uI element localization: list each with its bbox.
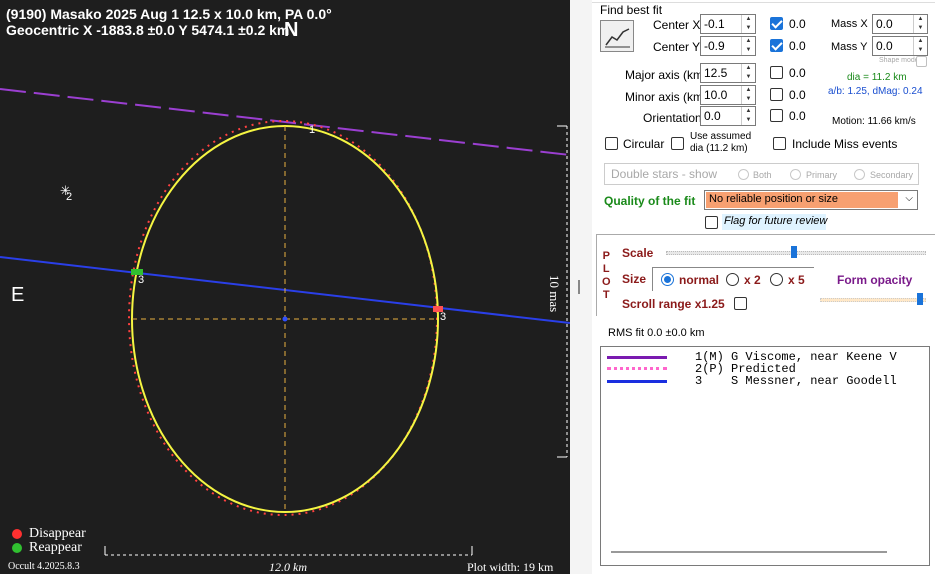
size-x2-radio[interactable] — [726, 273, 739, 286]
center-x-check-value: 0.0 — [789, 17, 806, 31]
mass-y-input[interactable]: 0.0 ▲ ▼ — [872, 36, 928, 56]
quality-label: Quality of the fit — [604, 194, 696, 208]
list-item: 3 S Messner, near Goodell — [601, 375, 931, 387]
observer-1-line-swatch — [607, 356, 667, 359]
size-normal-radio[interactable] — [661, 273, 674, 286]
plot-header-line1: (9190) Masako 2025 Aug 1 12.5 x 10.0 km,… — [6, 6, 332, 22]
circular-label: Circular — [623, 137, 665, 151]
observer-3-name: S Messner, near Goodell — [731, 374, 897, 388]
ds-primary-label: Primary — [806, 170, 837, 180]
scale-slider[interactable] — [666, 246, 926, 258]
panel-splitter[interactable] — [570, 0, 592, 574]
version-label: Occult 4.2025.8.3 — [8, 561, 80, 572]
major-axis-input[interactable]: 12.5 ▲ ▼ — [700, 63, 756, 83]
circular-checkbox[interactable] — [605, 137, 618, 150]
center-y-checkbox[interactable] — [770, 39, 783, 52]
reappear-legend-label: Reappear — [29, 540, 82, 555]
chord-label-3-right: 3 — [440, 311, 447, 323]
horizontal-scale-label: 12.0 km — [269, 560, 307, 574]
minor-axis-check-value: 0.0 — [789, 88, 806, 102]
use-assumed-dia-checkbox[interactable] — [671, 137, 684, 150]
center-x-label: Center X — [653, 18, 701, 32]
observer-2-line-swatch — [607, 367, 667, 371]
plot-width-label: Plot width: 19 km — [467, 560, 554, 574]
shape-model-checkbox[interactable] — [916, 56, 927, 67]
size-label: Size — [622, 272, 647, 286]
ds-primary-radio[interactable] — [790, 169, 801, 180]
plot-canvas: ✳ — [0, 88, 570, 556]
size-x5-label: x 5 — [788, 273, 805, 287]
major-axis-check-value: 0.0 — [789, 66, 806, 80]
mass-x-input[interactable]: 0.0 ▲ ▼ — [872, 14, 928, 34]
major-axis-label: Major axis (km) — [625, 68, 708, 82]
shape-model-label: Shape model — [879, 57, 921, 64]
chord-label-3-left: 3 — [138, 274, 145, 286]
mass-x-label: Mass X — [831, 18, 868, 30]
scroll-range-label: Scroll range x1.25 — [622, 297, 725, 311]
orientation-label: Orientation — [643, 111, 702, 125]
chevron-down-icon: ⌵ — [905, 193, 913, 204]
orientation-check-value: 0.0 — [789, 109, 806, 123]
size-x2-label: x 2 — [744, 273, 761, 287]
double-stars-label: Double stars - show — [611, 167, 718, 181]
disappear-legend-dot — [12, 529, 22, 539]
control-panel: Find best fit Center X -0.1 ▲ ▼ 0.0 Center… — [592, 0, 935, 574]
flag-review-checkbox[interactable] — [705, 216, 718, 229]
reappear-legend-dot — [12, 543, 22, 553]
ab-dmag-readout: a/b: 1.25, dMag: 0.24 — [828, 86, 923, 97]
form-opacity-label: Form opacity — [837, 273, 913, 287]
ds-secondary-radio[interactable] — [854, 169, 865, 180]
ds-secondary-label: Secondary — [870, 170, 914, 180]
mass-y-label: Mass Y — [831, 41, 868, 53]
chart-line-icon — [605, 28, 630, 48]
center-x-input[interactable]: -0.1 ▲ ▼ — [700, 14, 756, 34]
form-opacity-slider-thumb[interactable] — [917, 293, 923, 305]
observer-3-code: 3 — [695, 374, 703, 388]
plot-header-line2: Geocentric X -1883.8 ±0.0 Y 5474.1 ±0.2 … — [6, 22, 290, 38]
scale-label: Scale — [622, 246, 654, 260]
find-best-fit-label: Find best fit — [600, 3, 663, 17]
use-assumed-dia-label: Use assumed dia (11.2 km) — [690, 131, 752, 154]
orientation-checkbox[interactable] — [770, 109, 783, 122]
quality-select-value: No reliable position or size — [709, 193, 839, 205]
orientation-input[interactable]: 0.0 ▲ ▼ — [700, 106, 756, 126]
center-x-checkbox[interactable] — [770, 17, 783, 30]
observer-3-line-swatch — [607, 380, 667, 383]
find-best-fit-button[interactable] — [600, 20, 634, 52]
size-x5-radio[interactable] — [770, 273, 783, 286]
flag-review-label: Flag for future review — [724, 215, 828, 227]
rms-fit-readout: RMS fit 0.0 ±0.0 km — [608, 327, 705, 339]
include-miss-checkbox[interactable] — [773, 137, 786, 150]
observer-legend-list[interactable]: 1(M) G Viscome, near Keene V 2(P) Predic… — [600, 346, 930, 566]
minor-axis-input[interactable]: 10.0 ▲ ▼ — [700, 85, 756, 105]
form-opacity-slider[interactable] — [820, 293, 926, 305]
horizontal-scrollbar[interactable] — [611, 551, 887, 553]
vertical-scale-label: 10 mas — [547, 275, 562, 313]
major-axis-checkbox[interactable] — [770, 66, 783, 79]
dia-readout: dia = 11.2 km — [847, 72, 907, 83]
minor-axis-label: Minor axis (km) — [625, 90, 708, 104]
ds-both-label: Both — [753, 170, 772, 180]
scale-slider-thumb[interactable] — [791, 246, 797, 258]
center-y-check-value: 0.0 — [789, 39, 806, 53]
minor-axis-checkbox[interactable] — [770, 88, 783, 101]
north-label: N — [284, 19, 299, 41]
scroll-range-checkbox[interactable] — [734, 297, 747, 310]
motion-readout: Motion: 11.66 km/s — [832, 116, 916, 127]
quality-select[interactable]: No reliable position or size ⌵ — [704, 190, 918, 210]
center-point — [282, 316, 288, 322]
plot-vertical-label: PLOT — [602, 250, 611, 301]
east-label: E — [11, 284, 25, 306]
chord-label-1: 1 — [309, 124, 316, 136]
center-y-input[interactable]: -0.9 ▲ ▼ — [700, 36, 756, 56]
include-miss-label: Include Miss events — [792, 137, 898, 151]
ds-both-radio[interactable] — [738, 169, 749, 180]
occultation-plot[interactable]: ✳ (9190) Masako 2025 Aug 1 12.5 x 10.0 k… — [0, 0, 570, 574]
center-y-label: Center Y — [653, 40, 701, 54]
chord-label-2: 2 — [66, 191, 73, 203]
size-normal-label: normal — [679, 273, 720, 287]
